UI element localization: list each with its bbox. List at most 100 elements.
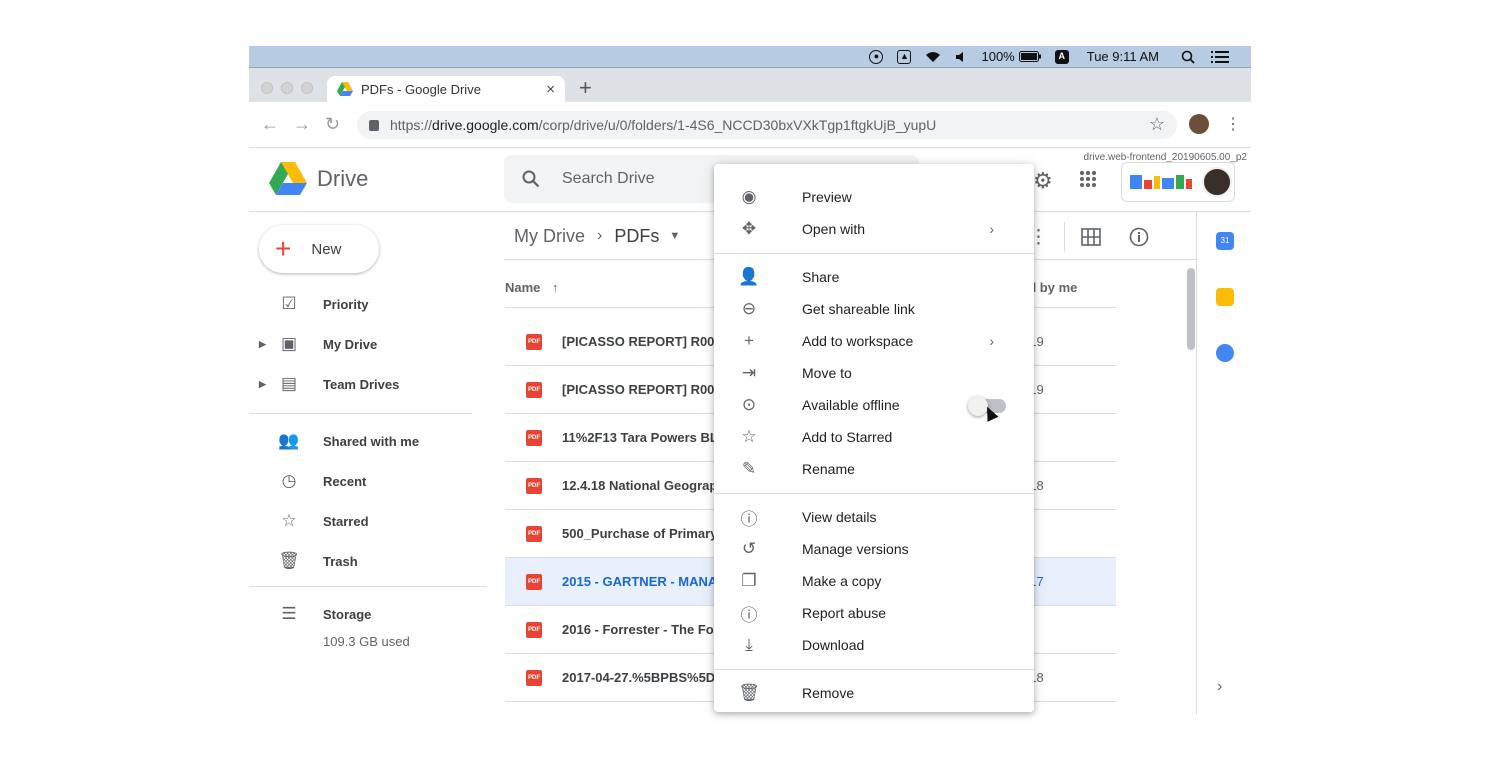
browser-tab[interactable]: PDFs - Google Drive × [327, 76, 565, 102]
menu-item-label: Report abuse [802, 605, 887, 621]
sidebar-item-shared[interactable]: 👥 Shared with me [249, 421, 487, 461]
wifi-icon[interactable] [925, 51, 941, 63]
star-icon: ☆ [281, 511, 297, 530]
menu-item-manage-versions[interactable]: ↺ Manage versions [714, 533, 1034, 565]
menu-item-rename[interactable]: ✎ Rename [714, 453, 1034, 485]
trash-icon: 🗑 [278, 551, 300, 570]
expand-panel-icon[interactable]: › [1217, 678, 1222, 696]
context-menu: ◉ Preview ✥ Open with › 👤 Share ⊖ Get shareab… [714, 164, 1034, 712]
pdf-file-icon: PDF [526, 333, 542, 350]
expand-arrow-icon[interactable]: ▶ [249, 379, 266, 390]
column-name-header[interactable]: Name ↑ [505, 280, 559, 295]
menu-item-add-to-workspace[interactable]: + Add to workspace › [714, 325, 1034, 357]
sidebar-item-label: Recent [323, 473, 367, 489]
menu-item-share[interactable]: 👤 Share [714, 261, 1034, 293]
back-icon[interactable]: ← [261, 114, 279, 135]
reload-icon[interactable]: ↻ [325, 114, 340, 135]
file-name: 11%2F13 Tara Powers BLD [562, 430, 728, 445]
sidebar-item-starred[interactable]: ☆ Starred [249, 501, 487, 541]
keep-icon[interactable] [1216, 288, 1234, 306]
sidebar-item-my-drive[interactable]: ▶ ▣ My Drive [249, 324, 487, 364]
submenu-chevron-icon: › [989, 333, 994, 349]
browser-toolbar: ← → ↻ https://drive.google.com/corp/driv… [249, 102, 1251, 148]
apps-grid-icon[interactable] [1079, 170, 1097, 188]
scrollbar-thumb[interactable] [1187, 268, 1195, 350]
clock-icon: ◷ [281, 471, 297, 490]
profile-avatar[interactable] [1189, 114, 1209, 134]
menu-item-make-copy[interactable]: ❐ Make a copy [714, 565, 1034, 597]
menu-item-open-with[interactable]: ✥ Open with › [714, 213, 1034, 245]
menu-item-preview[interactable]: ◉ Preview [714, 181, 1034, 213]
shared-icon: 👥 [278, 431, 300, 450]
file-list-scrollbar[interactable] [1185, 268, 1195, 714]
clock[interactable]: Tue 9:11 AM [1087, 49, 1159, 64]
bookmark-star-icon[interactable]: ☆ [1149, 114, 1165, 135]
lock-icon [369, 119, 379, 131]
new-tab-button[interactable]: + [579, 77, 592, 99]
sidebar-item-team-drives[interactable]: ▶ ▤ Team Drives [249, 364, 487, 404]
star-outline-icon: ☆ [741, 427, 757, 446]
menu-item-move-to[interactable]: ⇥ Move to [714, 357, 1034, 389]
folder-dropdown-icon[interactable]: ▼ [669, 230, 680, 242]
grid-view-icon[interactable] [1081, 228, 1101, 246]
sidebar-item-label: Starred [323, 513, 369, 529]
pdf-file-icon: PDF [526, 621, 542, 638]
window-close-button[interactable] [261, 82, 273, 94]
brand-logo [1130, 175, 1194, 189]
url-domain: drive.google.com [432, 117, 539, 133]
menu-item-remove[interactable]: 🗑 Remove [714, 677, 1034, 709]
window-zoom-button[interactable] [301, 82, 313, 94]
menu-item-label: Available offline [802, 397, 900, 413]
tasks-icon[interactable] [1216, 344, 1234, 362]
pdf-file-icon: PDF [526, 381, 542, 398]
breadcrumb: My Drive › PDFs ▼ [514, 216, 680, 256]
account-brand-box[interactable] [1121, 162, 1235, 202]
breadcrumb-current[interactable]: PDFs [614, 226, 659, 247]
sidebar-item-storage[interactable]: ☰ Storage [249, 594, 487, 634]
calendar-icon[interactable]: 31 [1216, 232, 1234, 250]
tab-title: PDFs - Google Drive [361, 81, 481, 97]
url-path: /corp/drive/u/0/folders/1-4S6_NCCD30bxVX… [538, 117, 937, 133]
new-button[interactable]: + New [259, 225, 379, 273]
link-icon: ⊖ [741, 299, 757, 318]
battery-icon[interactable] [1018, 51, 1041, 62]
menu-item-get-link[interactable]: ⊖ Get shareable link [714, 293, 1034, 325]
menu-item-download[interactable]: ⤓ Download [714, 629, 1034, 661]
sidebar-item-recent[interactable]: ◷ Recent [249, 461, 487, 501]
volume-icon[interactable] [955, 51, 967, 63]
menu-item-label: Preview [802, 189, 852, 205]
sidebar-item-trash[interactable]: 🗑 Trash [249, 541, 487, 581]
expand-arrow-icon[interactable]: ▶ [249, 339, 266, 350]
submenu-chevron-icon: › [989, 221, 994, 237]
info-icon[interactable] [1129, 227, 1149, 247]
alert-icon: ⓘ [740, 605, 758, 625]
url-prefix: https:// [390, 117, 433, 133]
forward-icon[interactable]: → [293, 114, 311, 135]
window-minimize-button[interactable] [281, 82, 293, 94]
menu-item-view-details[interactable]: ⓘ View details [714, 501, 1034, 533]
drive-logo[interactable]: Drive [269, 162, 368, 196]
my-drive-icon: ▣ [280, 334, 298, 353]
breadcrumb-root[interactable]: My Drive [514, 226, 585, 247]
menu-item-add-to-starred[interactable]: ☆ Add to Starred [714, 421, 1034, 453]
file-name: 12.4.18 National Geograph [562, 478, 726, 493]
menu-item-label: Add to workspace [802, 333, 914, 349]
input-source-icon[interactable]: A [1054, 49, 1069, 64]
battery-percent[interactable]: 100% [981, 49, 1014, 64]
menu-divider [714, 253, 1034, 254]
menu-item-label: Share [802, 269, 840, 285]
spotlight-icon[interactable] [1181, 50, 1195, 64]
record-icon[interactable]: ● [869, 49, 884, 64]
chrome-menu-icon[interactable]: ⋮ [1225, 114, 1241, 134]
menu-item-report-abuse[interactable]: ⓘ Report abuse [714, 597, 1034, 629]
address-bar[interactable]: https://drive.google.com/corp/drive/u/0/… [357, 111, 1177, 139]
account-avatar[interactable] [1202, 167, 1232, 197]
menu-item-label: Add to Starred [802, 429, 893, 445]
sort-arrow-icon[interactable]: ↑ [552, 280, 559, 295]
drive-sync-icon[interactable]: ▲ [897, 49, 912, 64]
tab-close-icon[interactable]: × [546, 81, 555, 98]
list-icon[interactable] [1211, 50, 1229, 63]
sidebar-item-priority[interactable]: ☑ Priority [249, 284, 487, 324]
team-drives-icon: ▤ [280, 374, 298, 393]
settings-gear-icon[interactable]: ⚙ [1033, 168, 1053, 194]
